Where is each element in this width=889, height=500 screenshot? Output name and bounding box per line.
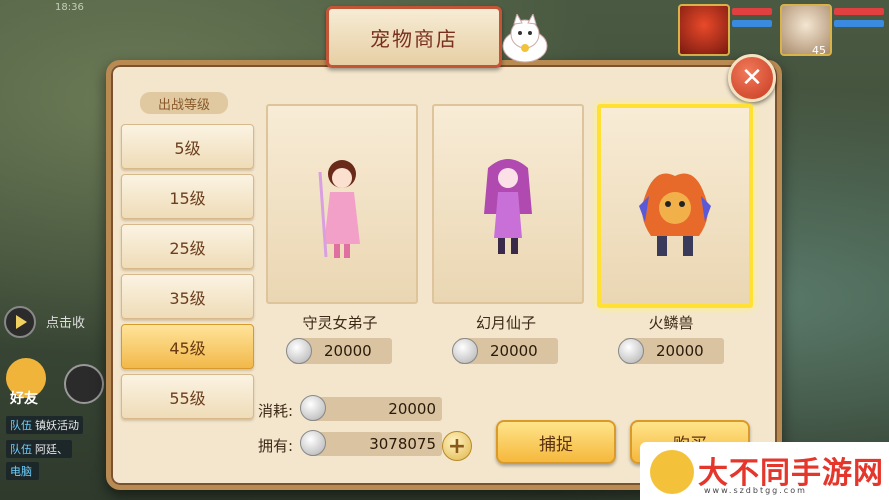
- price-value: 20000: [324, 342, 372, 360]
- auto-play-label: 点击收: [46, 316, 86, 331]
- chat-tag: 队伍: [10, 443, 32, 456]
- close-button[interactable]: ✕: [728, 54, 776, 102]
- cost-label: 消耗:: [258, 402, 294, 420]
- shop-title: 宠物商店: [326, 6, 502, 68]
- owned-label: 拥有:: [258, 437, 294, 455]
- silver-coin-icon: [286, 338, 312, 364]
- hp-bar: [732, 8, 772, 15]
- owned-field: 3078075: [308, 432, 442, 456]
- chat-text: 阿廷、: [35, 443, 68, 456]
- chat-line-3: 电脑: [6, 462, 39, 480]
- level-tab-5[interactable]: 5级: [121, 124, 254, 169]
- silver-coin-icon: [618, 338, 644, 364]
- level-tab-45[interactable]: 45级: [121, 324, 254, 369]
- player-mp-bar: [834, 20, 884, 27]
- pet-card-2[interactable]: [432, 104, 584, 304]
- level-tab-15[interactable]: 15级: [121, 174, 254, 219]
- status-time: 18:36: [55, 2, 84, 13]
- player-level: 45: [812, 44, 826, 57]
- silver-coin-icon: [300, 430, 326, 456]
- play-icon: [16, 315, 27, 329]
- pet-name-1: 守灵女弟子: [302, 314, 378, 332]
- chat-tag: 队伍: [10, 419, 32, 432]
- price-value: 20000: [490, 342, 538, 360]
- silver-coin-icon: [300, 395, 326, 421]
- add-currency-button[interactable]: +: [442, 431, 472, 461]
- level-tab-35[interactable]: 35级: [121, 274, 254, 319]
- pet-fire-scale-beast-image: [639, 173, 711, 256]
- friends-label: 好友: [10, 391, 38, 407]
- chat-icon[interactable]: [64, 364, 104, 404]
- level-tab-25[interactable]: 25级: [121, 224, 254, 269]
- price-value: 20000: [656, 342, 704, 360]
- capture-button[interactable]: 捕捉: [496, 420, 616, 464]
- auto-play-button[interactable]: [4, 306, 36, 338]
- player-hp-bar: [834, 8, 884, 15]
- watermark: 大不同手游网 www.szdbtgg.com: [640, 442, 889, 500]
- pet-name-3: 火鳞兽: [648, 314, 694, 332]
- pet-moon-fairy-image: [484, 159, 532, 254]
- pet-guardian-girl-image: [318, 160, 360, 258]
- pet-card-3[interactable]: [597, 104, 753, 308]
- cost-field: 20000: [308, 397, 442, 421]
- pet-avatar-1[interactable]: [678, 4, 730, 56]
- left-hud: 点击收 好友 队伍 镇妖活动 队伍 阿廷、 电脑: [0, 300, 110, 500]
- chat-line-2: 队伍 阿廷、: [6, 440, 72, 458]
- chat-text: 镇妖活动: [35, 419, 79, 432]
- lucky-cat-icon: [502, 14, 548, 63]
- chat-tag: 电脑: [10, 465, 32, 478]
- chat-line-1: 队伍 镇妖活动: [6, 416, 83, 434]
- pet-name-2: 幻月仙子: [475, 314, 536, 332]
- watermark-url: www.szdbtgg.com: [704, 486, 807, 495]
- mp-bar: [732, 20, 772, 27]
- level-column-title: 出战等级: [140, 92, 228, 114]
- watermark-logo-icon: [650, 450, 694, 494]
- pet-card-1[interactable]: [266, 104, 418, 304]
- silver-coin-icon: [452, 338, 478, 364]
- level-tab-55[interactable]: 55级: [121, 374, 254, 419]
